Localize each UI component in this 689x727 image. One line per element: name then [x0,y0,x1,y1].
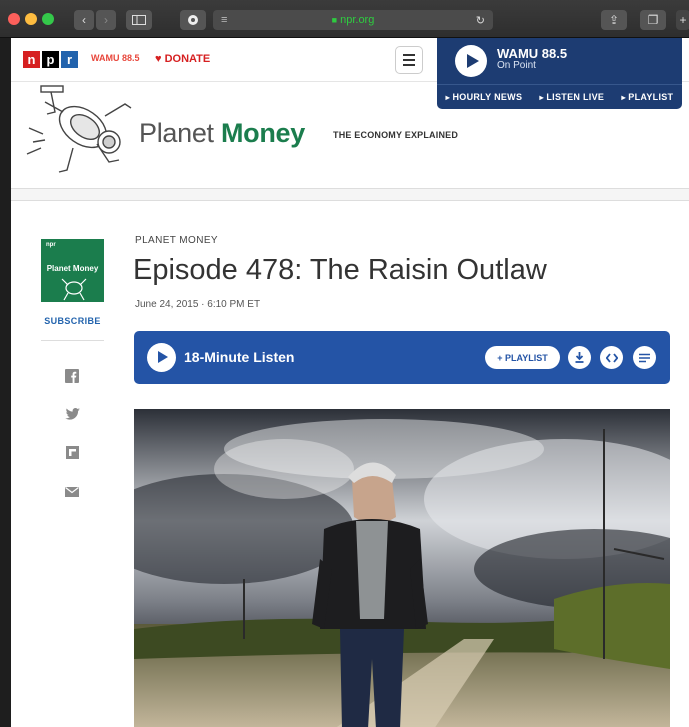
download-button[interactable] [568,346,591,369]
email-icon [65,487,79,497]
privacy-extension-button[interactable] [180,10,206,30]
audio-duration-label[interactable]: 18-Minute Listen [184,349,294,365]
article-headline: Episode 478: The Raisin Outlaw [133,254,547,286]
sidebar-toggle-button[interactable] [126,10,152,30]
donate-button[interactable]: ♥ DONATE [155,53,210,65]
program-title: Planet Money [139,118,305,149]
url-text: npr.org [340,14,375,26]
player-station-name: WAMU 88.5 [497,46,568,61]
donate-label: DONATE [164,53,211,65]
close-window-button[interactable] [8,13,20,25]
embed-icon [605,352,618,363]
article-date: June 24, 2015 · 6:10 PM ET [135,299,261,310]
raisin-farmer-vineyard-photo [134,409,670,727]
zoom-window-button[interactable] [42,13,54,25]
address-bar[interactable]: ≡ ■ npr.org ↻ [213,10,493,30]
article-kicker[interactable]: PLANET MONEY [135,235,218,246]
play-live-button[interactable] [455,45,487,77]
npr-logo-p: p [42,51,59,68]
facebook-share-button[interactable] [64,368,80,384]
new-tab-button[interactable]: + [676,10,689,30]
chevron-right-icon: › [104,13,108,27]
transcript-button[interactable] [633,346,656,369]
section-divider [11,188,689,201]
hamburger-icon-line [403,59,415,61]
web-page: n p r WAMU 88.5 ♥ DONATE WAMU 88.5 On Po… [11,38,689,727]
program-tagline: THE ECONOMY EXPLAINED [333,130,459,140]
minimize-window-button[interactable] [25,13,37,25]
audio-play-button[interactable] [147,343,176,372]
back-button[interactable]: ‹ [74,10,94,30]
podcast-artwork[interactable]: npr Planet Money [41,239,104,302]
hamburger-icon-line [403,64,415,66]
program-banner[interactable]: Planet Money THE ECONOMY EXPLAINED [11,82,689,188]
tabs-icon: ❐ [647,13,659,27]
podcast-artwork-mascot [61,278,87,301]
forward-button[interactable]: › [96,10,116,30]
podcast-artwork-npr: npr [46,242,56,248]
tabs-button[interactable]: ❐ [640,10,666,30]
sidebar-icon [132,15,146,25]
program-title-light: Planet [139,118,221,148]
hamburger-icon-line [403,54,415,56]
npr-logo-n: n [23,51,40,68]
share-icon: ⇪ [608,13,620,27]
subscribe-link[interactable]: SUBSCRIBE [41,316,104,326]
reader-icon[interactable]: ≡ [221,14,227,26]
menu-button[interactable] [395,46,423,74]
share-button[interactable]: ⇪ [601,10,627,30]
lock-icon: ■ [331,15,338,25]
facebook-icon [65,369,79,383]
browser-toolbar: ‹ › ≡ ■ npr.org ↻ ⇪ ❐ + [0,0,689,38]
shield-icon [188,15,198,25]
player-show-name: On Point [497,60,536,71]
sidebar-divider [41,340,104,341]
chevron-left-icon: ‹ [82,13,86,27]
audio-player: 18-Minute Listen + PLAYLIST [134,331,670,384]
article-photo[interactable] [134,409,670,727]
flipboard-share-button[interactable] [64,444,80,460]
heart-icon: ♥ [155,53,162,65]
podcast-artwork-title: Planet Money [46,264,99,273]
plus-icon: + [679,13,687,27]
twitter-icon [64,408,80,420]
email-share-button[interactable] [64,484,80,500]
station-logo[interactable]: WAMU 88.5 [91,53,140,63]
embed-button[interactable] [600,346,623,369]
twitter-share-button[interactable] [64,406,80,422]
download-icon [575,352,584,363]
npr-logo-r: r [61,51,78,68]
program-title-bold: Money [220,118,305,148]
transcript-icon [639,353,650,362]
add-to-playlist-button[interactable]: + PLAYLIST [485,346,560,369]
planet-money-mascot-illustration [26,85,132,173]
reload-icon[interactable]: ↻ [476,14,485,27]
npr-logo[interactable]: n p r [23,51,78,68]
flipboard-icon [65,445,79,459]
